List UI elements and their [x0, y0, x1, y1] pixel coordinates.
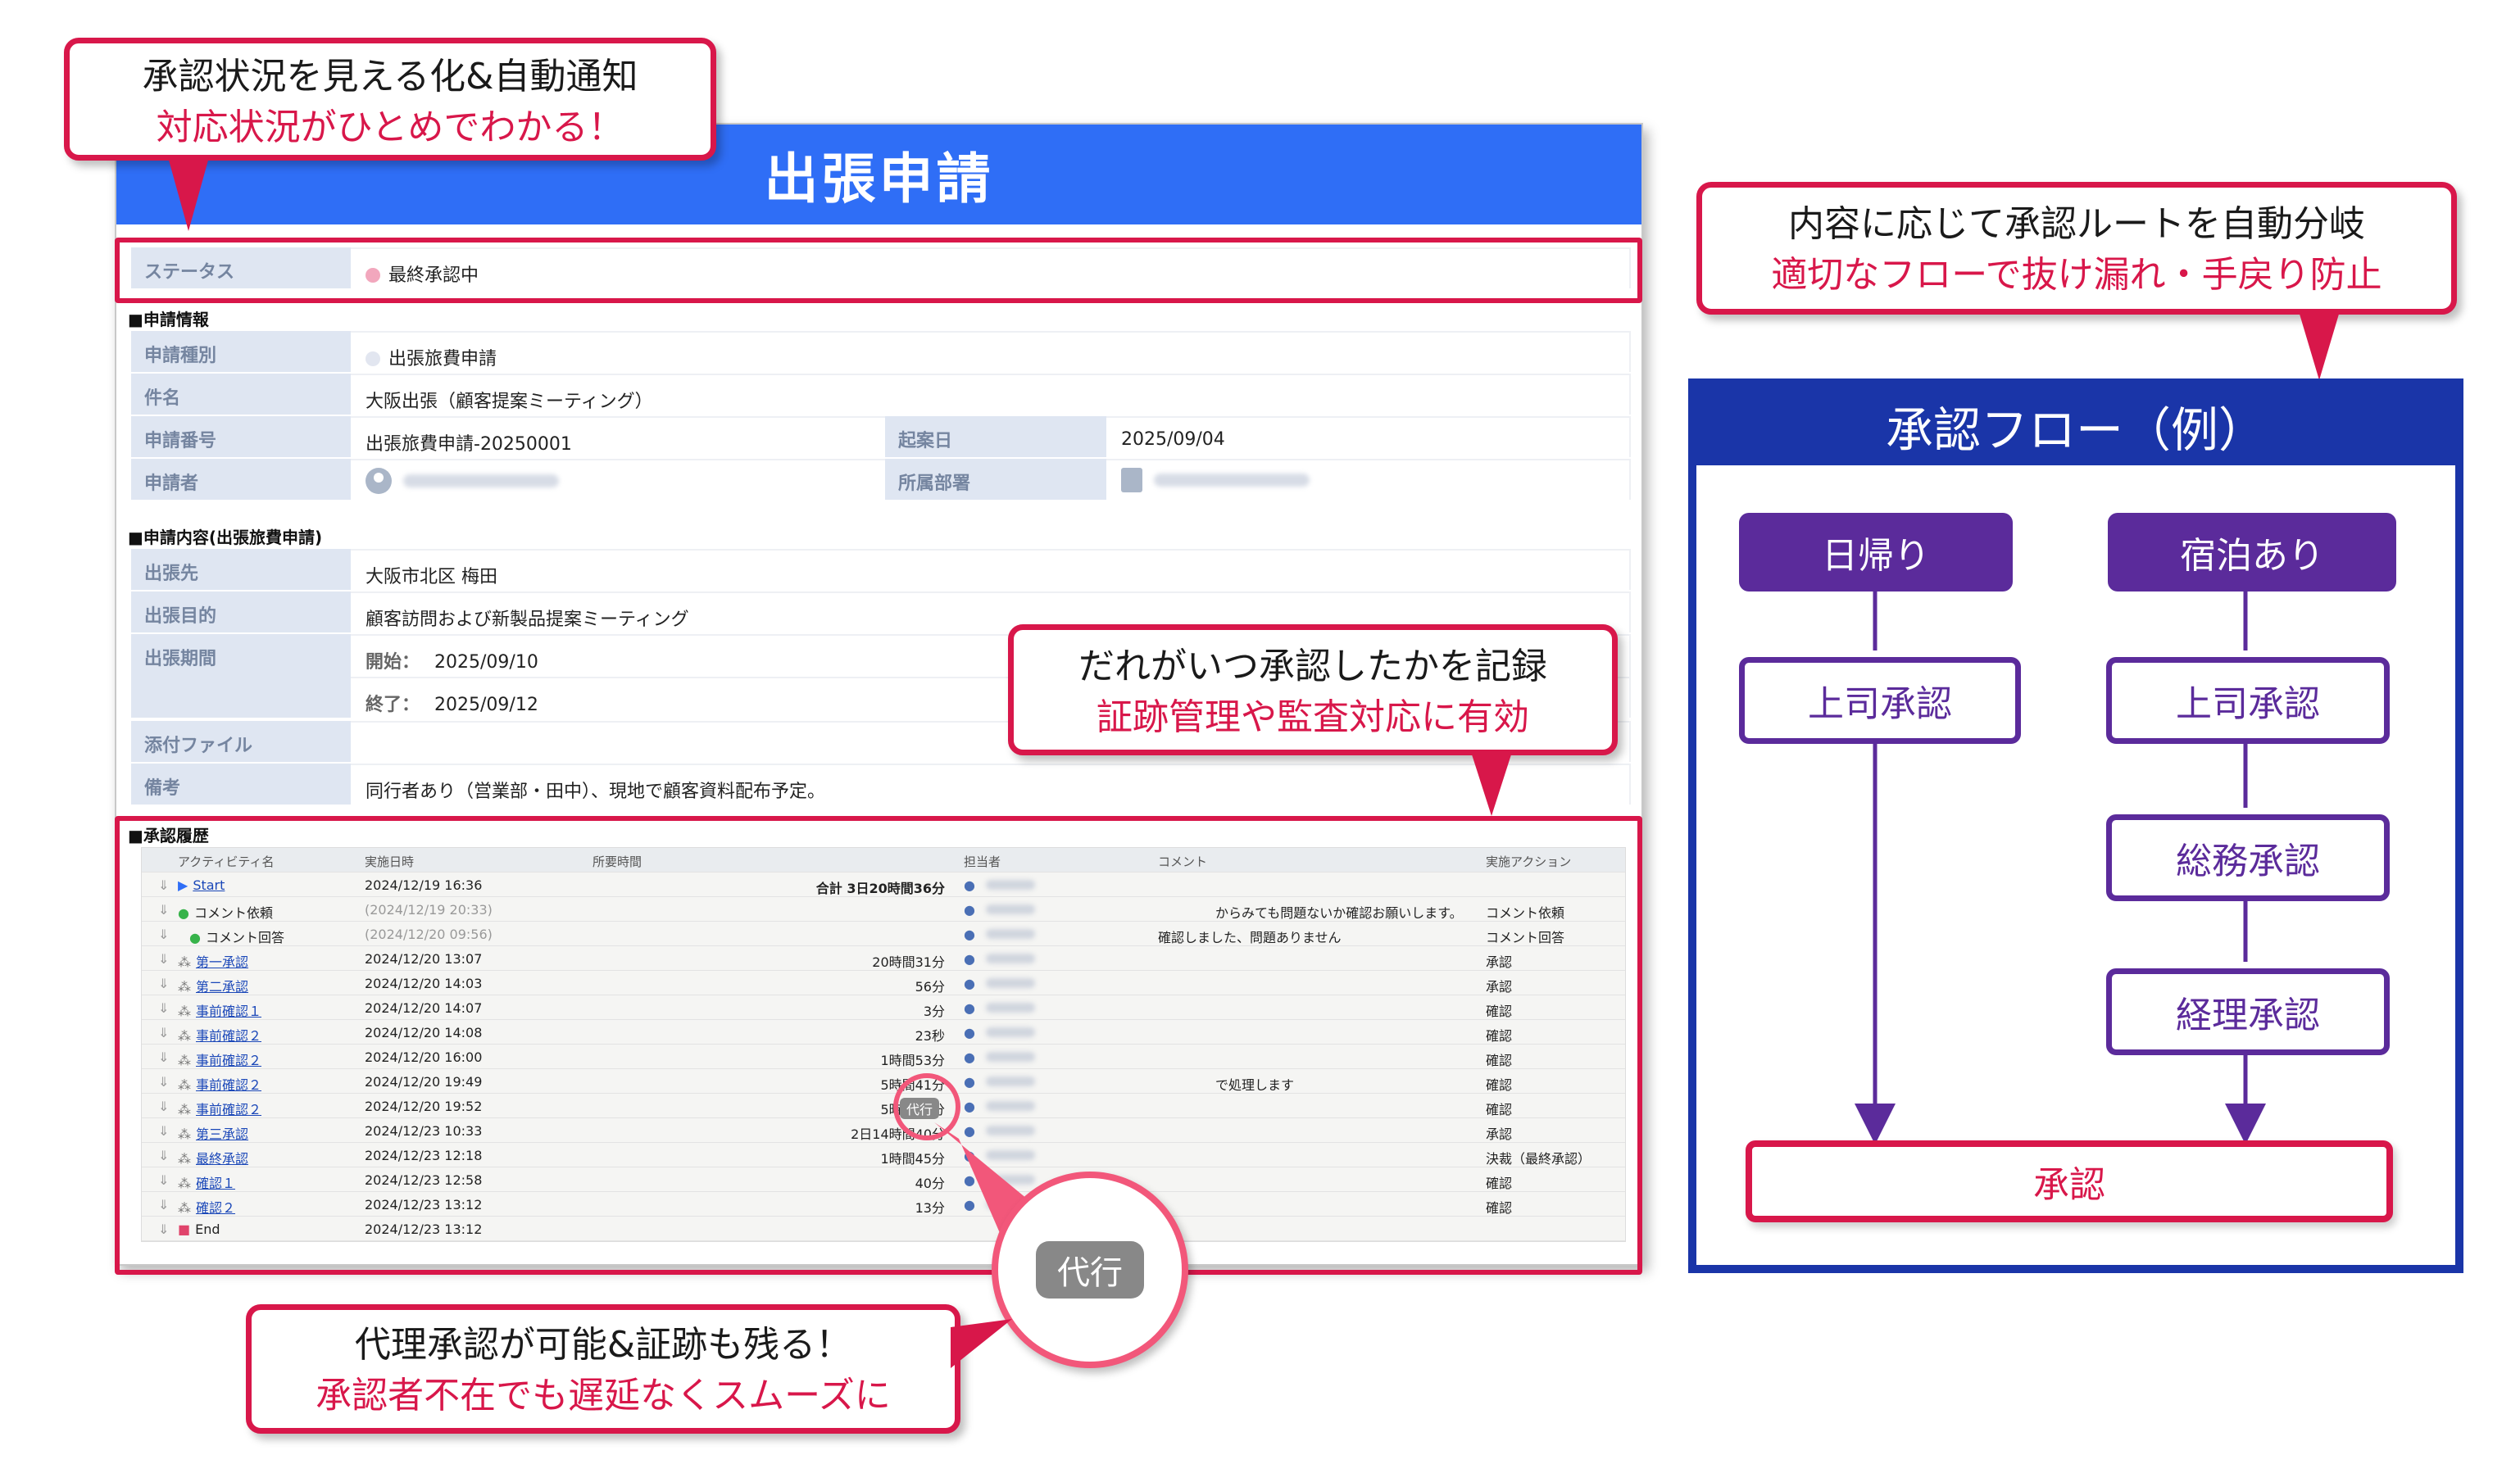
- callout-routing-line1: 内容に応じて承認ルートを自動分岐: [1788, 203, 2365, 245]
- avatar-icon: [366, 468, 392, 494]
- status-highlight: [115, 238, 1642, 303]
- row-note: 備考 同行者あり（営業部・田中）、現地で顧客資料配布予定。: [129, 764, 1631, 806]
- callout-proxy-line2: 承認者不在でも遅延なくスムーズに: [316, 1375, 891, 1416]
- callout-record-pointer: [1471, 752, 1512, 816]
- start-value: 2025/09/10: [434, 652, 538, 673]
- callout-routing-pointer: [2299, 311, 2340, 380]
- flow-node-final-approval: 承認: [1746, 1140, 2393, 1222]
- end-label: 終了：: [366, 695, 420, 715]
- row-destination: 出張先 大阪市北区 梅田: [129, 549, 1631, 591]
- applicant-label: 申請者: [129, 459, 351, 500]
- flow-node-accounting-approval: 経理承認: [2106, 968, 2390, 1055]
- dept-label: 所属部署: [885, 459, 1106, 500]
- flow-node-right-boss-approval: 上司承認: [2106, 657, 2390, 744]
- row-applicant: 申請者 所属部署: [129, 459, 1631, 501]
- callout-record-line1: だれがいつ承認したかを記録: [1078, 646, 1547, 687]
- callout-visibility-line2: 対応状況がひとめでわかる！: [156, 107, 624, 148]
- row-subject: 件名 大阪出張（顧客提案ミーティング）: [129, 374, 1631, 416]
- purpose-label: 出張目的: [129, 591, 351, 632]
- number-label: 申請番号: [129, 416, 351, 457]
- callout-record-line2: 証跡管理や監査対応に有効: [1097, 696, 1529, 738]
- end-value: 2025/09/12: [434, 695, 538, 715]
- callout-proxy-pointer: [951, 1319, 1012, 1368]
- row-type: 申請種別 出張旅費申請: [129, 331, 1631, 374]
- subject-label: 件名: [129, 374, 351, 415]
- date-label: 起案日: [885, 416, 1106, 457]
- flow-node-general-affairs-approval: 総務承認: [2106, 814, 2390, 901]
- date-value: 2025/09/04: [1106, 416, 1631, 457]
- callout-visibility-line1: 承認状況を見える化&自動通知: [142, 56, 638, 97]
- type-value: 出張旅費申請: [388, 349, 497, 369]
- proxy-tag-large: 代行: [1036, 1241, 1144, 1299]
- destination-label: 出張先: [129, 549, 351, 590]
- callout-routing: 内容に応じて承認ルートを自動分岐 適切なフローで抜け漏れ・手戻り防止: [1696, 182, 2457, 315]
- period-label: 出張期間: [129, 634, 351, 718]
- note-label: 備考: [129, 764, 351, 805]
- applicant-name-redacted: [403, 474, 559, 487]
- callout-proxy-line1: 代理承認が可能&証跡も残る！: [354, 1324, 852, 1366]
- number-value: 出張旅費申請-20250001: [351, 416, 885, 457]
- section-application-content: ■申請内容(出張旅費申請): [128, 528, 323, 547]
- approval-flow-panel: 承認フロー（例） 日帰り 宿泊あり 上司承認 上司承認 総務承認 経理承認 承認: [1688, 378, 2463, 1273]
- flow-node-day-trip: 日帰り: [1739, 513, 2013, 591]
- flow-node-left-boss-approval: 上司承認: [1739, 657, 2021, 744]
- row-number: 申請番号 出張旅費申請-20250001 起案日 2025/09/04: [129, 416, 1631, 459]
- building-icon: [1121, 468, 1142, 492]
- callout-routing-line2: 適切なフローで抜け漏れ・手戻り防止: [1771, 254, 2382, 296]
- section-application-info: ■申請情報: [128, 310, 209, 329]
- subject-value: 大阪出張（顧客提案ミーティング）: [351, 374, 1631, 415]
- start-label: 開始：: [366, 652, 420, 673]
- attachment-label: 添付ファイル: [129, 721, 351, 762]
- note-value: 同行者あり（営業部・田中）、現地で顧客資料配布予定。: [351, 764, 1631, 805]
- flow-node-overnight: 宿泊あり: [2108, 513, 2396, 591]
- type-label: 申請種別: [129, 331, 351, 372]
- callout-proxy: 代理承認が可能&証跡も残る！ 承認者不在でも遅延なくスムーズに: [246, 1304, 960, 1434]
- destination-value: 大阪市北区 梅田: [351, 549, 1631, 590]
- proxy-magnifier: 代行: [992, 1172, 1188, 1368]
- type-dot-icon: [366, 351, 380, 366]
- history-highlight: [115, 816, 1642, 1275]
- callout-visibility-pointer: [168, 157, 209, 231]
- callout-record: だれがいつ承認したかを記録 証跡管理や監査対応に有効: [1008, 624, 1618, 755]
- callout-visibility: 承認状況を見える化&自動通知 対応状況がひとめでわかる！: [64, 38, 716, 161]
- dept-name-redacted: [1154, 474, 1310, 487]
